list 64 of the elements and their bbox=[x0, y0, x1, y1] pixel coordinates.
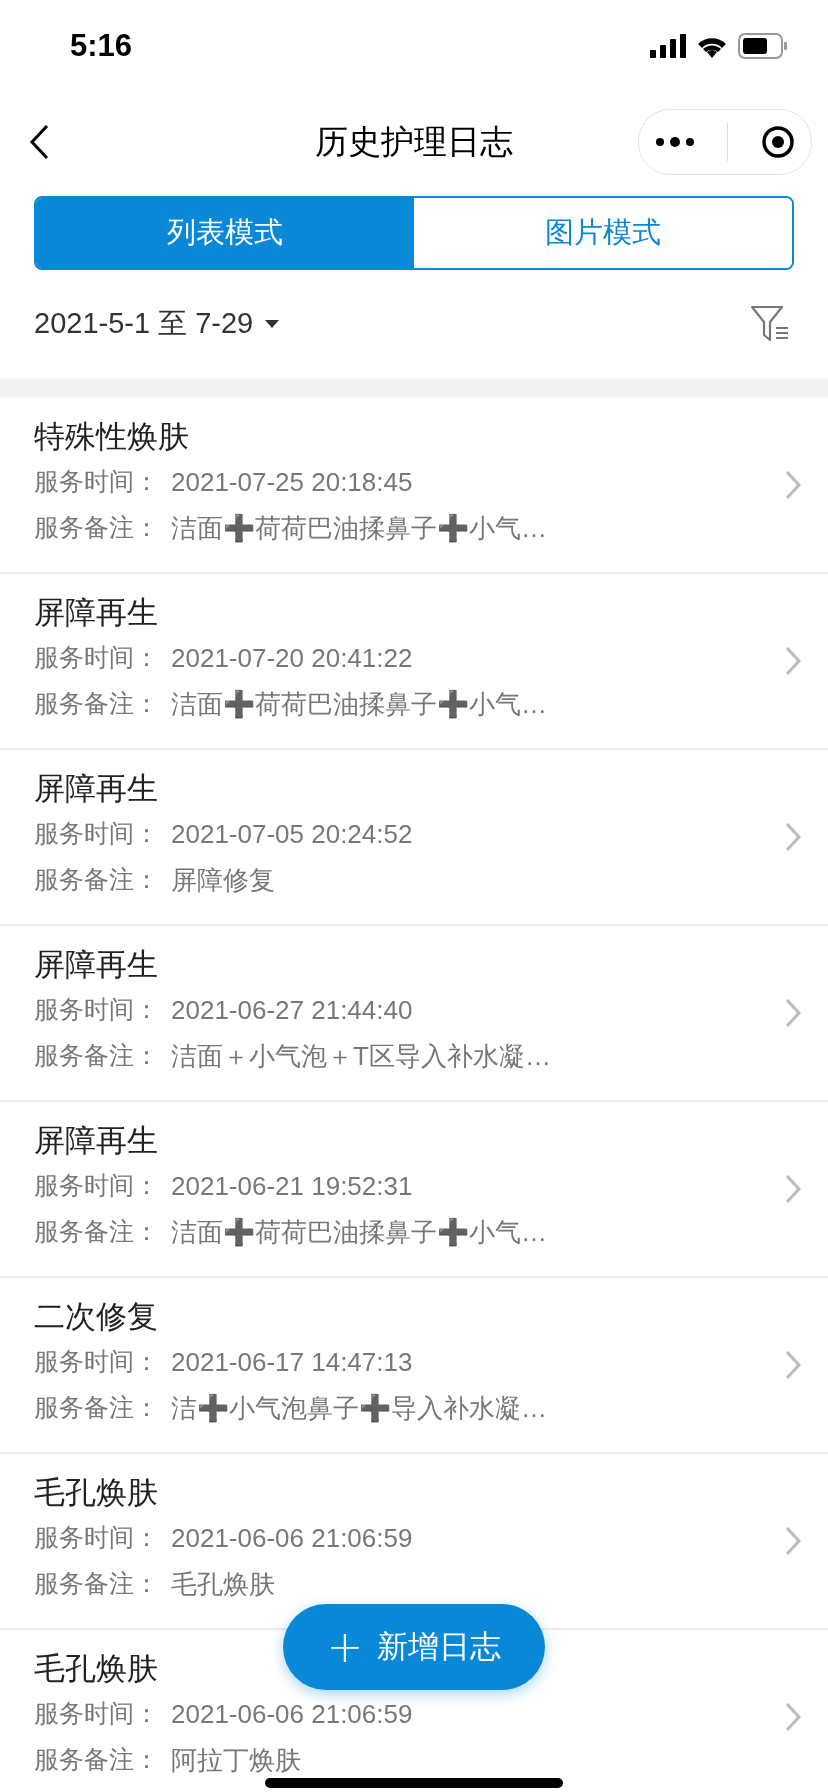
field-label: 服务时间： bbox=[34, 1170, 159, 1202]
chevron-right-icon bbox=[784, 1173, 802, 1205]
record-row[interactable]: 屏障再生 服务时间： 2021-07-20 20:41:22 服务备注： 洁面➕荷荷巴油揉鼻子➕小气… bbox=[0, 574, 828, 750]
chevron-right-icon bbox=[784, 469, 802, 501]
signal-icon bbox=[650, 34, 686, 58]
record-row[interactable]: 特殊性焕肤 服务时间： 2021-07-25 20:18:45 服务备注： 洁面➕荷荷巴油揉鼻子➕小气… bbox=[0, 398, 828, 574]
chevron-right-icon bbox=[784, 1525, 802, 1557]
record-title: 毛孔焕肤 bbox=[34, 1473, 159, 1512]
field-label: 服务时间： bbox=[34, 1698, 159, 1730]
field-label: 服务时间： bbox=[34, 818, 159, 850]
chevron-right-icon bbox=[784, 997, 802, 1029]
service-time: 2021-06-27 21:44:40 bbox=[171, 994, 413, 1027]
record-row[interactable]: 屏障再生 服务时间： 2021-07-05 20:24:52 服务备注： 屏障修复 bbox=[0, 750, 828, 926]
add-log-button[interactable]: + 新增日志 bbox=[283, 1604, 545, 1690]
chevron-right-icon bbox=[784, 1701, 802, 1733]
field-label: 服务时间： bbox=[34, 642, 159, 674]
record-title: 特殊性焕肤 bbox=[34, 417, 190, 456]
field-label: 服务备注： bbox=[34, 1568, 159, 1600]
service-time: 2021-06-06 21:06:59 bbox=[171, 1522, 413, 1555]
field-label: 服务时间： bbox=[34, 994, 159, 1026]
service-note: 洁面＋小气泡＋T区导入补水凝… bbox=[171, 1040, 551, 1073]
battery-icon bbox=[738, 33, 788, 59]
service-note: 屏障修复 bbox=[171, 864, 275, 897]
field-label: 服务时间： bbox=[34, 1522, 159, 1554]
service-note: 洁➕小气泡鼻子➕导入补水凝… bbox=[171, 1392, 547, 1425]
service-note: 阿拉丁焕肤 bbox=[171, 1744, 301, 1777]
field-label: 服务备注： bbox=[34, 1392, 159, 1424]
service-time: 2021-06-17 14:47:13 bbox=[171, 1346, 413, 1379]
more-icon[interactable] bbox=[655, 136, 696, 148]
field-label: 服务备注： bbox=[34, 1040, 159, 1072]
record-row[interactable]: 屏障再生 服务时间： 2021-06-21 19:52:31 服务备注： 洁面➕荷荷巴油揉鼻子➕小气… bbox=[0, 1102, 828, 1278]
page-title: 历史护理日志 bbox=[315, 120, 513, 163]
field-label: 服务时间： bbox=[34, 466, 159, 498]
record-title: 屏障再生 bbox=[34, 593, 159, 632]
service-time: 2021-07-25 20:18:45 bbox=[171, 466, 413, 499]
field-label: 服务备注： bbox=[34, 1744, 159, 1776]
field-label: 服务备注： bbox=[34, 1216, 159, 1248]
service-note: 洁面➕荷荷巴油揉鼻子➕小气… bbox=[171, 688, 547, 721]
date-range-dropdown[interactable]: 2021-5-1 至 7-29 bbox=[34, 304, 280, 344]
record-title: 屏障再生 bbox=[34, 769, 159, 808]
field-label: 服务备注： bbox=[34, 688, 159, 720]
record-title: 屏障再生 bbox=[34, 945, 159, 984]
record-title: 二次修复 bbox=[34, 1297, 159, 1336]
record-title: 屏障再生 bbox=[34, 1121, 159, 1160]
field-label: 服务备注： bbox=[34, 512, 159, 544]
service-note: 毛孔焕肤 bbox=[171, 1568, 275, 1601]
service-time: 2021-06-06 21:06:59 bbox=[171, 1698, 413, 1731]
chevron-right-icon bbox=[784, 1349, 802, 1381]
status-time: 5:16 bbox=[70, 28, 133, 64]
service-note: 洁面➕荷荷巴油揉鼻子➕小气… bbox=[171, 512, 547, 545]
service-time: 2021-06-21 19:52:31 bbox=[171, 1170, 413, 1203]
chevron-right-icon bbox=[784, 821, 802, 853]
view-tab[interactable]: 列表模式 bbox=[36, 198, 414, 268]
service-note: 洁面➕荷荷巴油揉鼻子➕小气… bbox=[171, 1216, 547, 1249]
record-title: 毛孔焕肤 bbox=[34, 1649, 159, 1688]
field-label: 服务时间： bbox=[34, 1346, 159, 1378]
chevron-right-icon bbox=[784, 645, 802, 677]
record-row[interactable]: 屏障再生 服务时间： 2021-06-27 21:44:40 服务备注： 洁面＋小气泡＋T区导入补水凝… bbox=[0, 926, 828, 1102]
caret-icon bbox=[265, 320, 280, 328]
back-icon[interactable] bbox=[28, 124, 50, 160]
record-row[interactable]: 二次修复 服务时间： 2021-06-17 14:47:13 服务备注： 洁➕小气泡鼻子➕导入补水凝… bbox=[0, 1278, 828, 1454]
service-time: 2021-07-20 20:41:22 bbox=[171, 642, 413, 675]
field-label: 服务备注： bbox=[34, 864, 159, 896]
service-time: 2021-07-05 20:24:52 bbox=[171, 818, 413, 851]
